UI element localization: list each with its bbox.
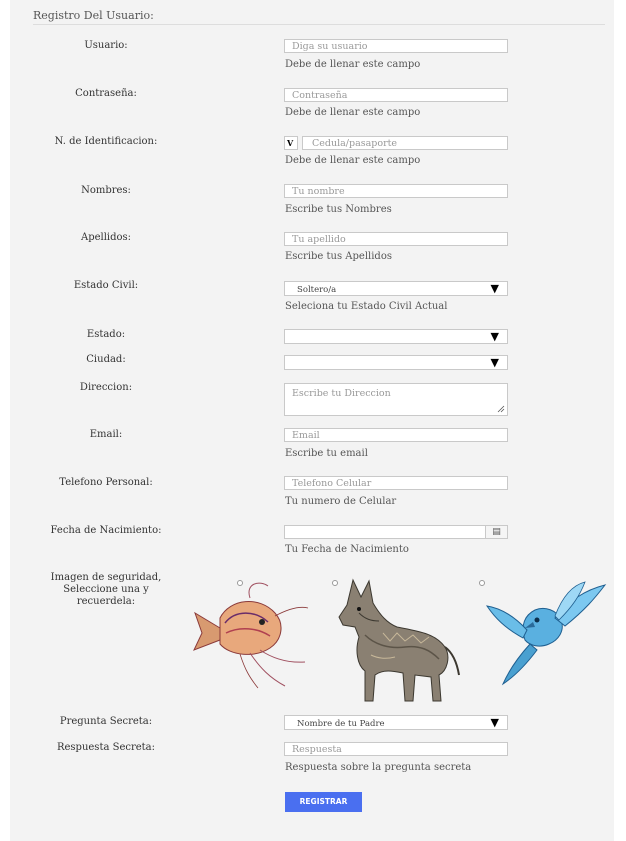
pregunta-label: Pregunta Secreta:	[59, 716, 153, 727]
chevron-down-icon: ▼	[490, 716, 499, 729]
email-label: Email:	[89, 429, 123, 440]
direccion-textarea[interactable]: Escribe tu Direccion	[284, 383, 508, 416]
pregunta-value: Nombre de tu Padre	[297, 719, 385, 729]
estado-label: Estado:	[86, 329, 126, 340]
estado-select[interactable]: ▼	[284, 329, 508, 344]
contrasena-label: Contraseña:	[75, 88, 137, 99]
apellidos-input[interactable]: Tu apellido	[284, 232, 508, 246]
identificacion-label: N. de Identificacion:	[54, 136, 158, 147]
wolf-artwork-image[interactable]	[335, 575, 463, 705]
imagen-label-line: Seleccione una y	[63, 584, 149, 595]
contrasena-input[interactable]: Contraseña	[284, 88, 508, 102]
imagen-label-line: recuerdela:	[76, 596, 136, 607]
identificacion-help: Debe de llenar este campo	[285, 155, 421, 166]
imagen-label: Imagen de seguridad, Seleccione una y re…	[26, 572, 186, 608]
respuesta-help: Respuesta sobre la pregunta secreta	[285, 762, 472, 773]
chevron-down-icon: ▼	[490, 330, 499, 343]
estado-civil-help: Seleciona tu Estado Civil Actual	[285, 301, 448, 312]
fecha-input[interactable]	[284, 525, 486, 539]
imagen-label-line: Imagen de seguridad,	[50, 572, 162, 583]
pregunta-select[interactable]: Nombre de tu Padre ▼	[284, 715, 508, 730]
fecha-help: Tu Fecha de Nacimiento	[285, 544, 409, 555]
direccion-placeholder: Escribe tu Direccion	[292, 388, 391, 399]
calendar-icon[interactable]: ▤	[485, 525, 508, 539]
registrar-button[interactable]: REGISTRAR	[285, 792, 362, 812]
ciudad-select[interactable]: ▼	[284, 355, 508, 370]
contrasena-help: Debe de llenar este campo	[285, 107, 421, 118]
respuesta-label: Respuesta Secreta:	[56, 742, 156, 753]
estado-civil-label: Estado Civil:	[73, 280, 139, 291]
nombres-label: Nombres:	[81, 185, 131, 196]
estado-civil-value: Soltero/a	[297, 285, 337, 295]
direccion-label: Direccion:	[79, 382, 133, 393]
usuario-label: Usuario:	[84, 40, 128, 51]
respuesta-input[interactable]: Respuesta	[284, 742, 508, 756]
email-input[interactable]: Email	[284, 428, 508, 442]
telefono-input[interactable]: Telefono Celular	[284, 476, 508, 490]
fecha-label: Fecha de Nacimiento:	[50, 525, 162, 536]
usuario-help: Debe de llenar este campo	[285, 59, 421, 70]
apellidos-help: Escribe tus Apellidos	[285, 251, 392, 262]
chevron-down-icon: ▼	[490, 356, 499, 369]
legend-divider	[33, 24, 605, 25]
fish-artwork-image[interactable]	[190, 578, 310, 690]
id-type-selector[interactable]: V	[284, 136, 298, 150]
chevron-down-icon: ▼	[490, 282, 499, 295]
nombres-input[interactable]: Tu nombre	[284, 184, 508, 198]
ciudad-label: Ciudad:	[86, 354, 126, 365]
resize-handle-icon[interactable]	[497, 405, 505, 413]
email-help: Escribe tu email	[285, 448, 368, 459]
telefono-help: Tu numero de Celular	[285, 496, 397, 507]
apellidos-label: Apellidos:	[80, 232, 132, 243]
usuario-input[interactable]: Diga su usuario	[284, 39, 508, 53]
identificacion-input[interactable]: Cedula/pasaporte	[302, 136, 508, 150]
nombres-help: Escribe tus Nombres	[285, 204, 392, 215]
bird-artwork-image[interactable]	[485, 580, 607, 688]
telefono-label: Telefono Personal:	[59, 477, 153, 488]
form-legend: Registro Del Usuario:	[33, 9, 154, 22]
estado-civil-select[interactable]: Soltero/a ▼	[284, 281, 508, 296]
